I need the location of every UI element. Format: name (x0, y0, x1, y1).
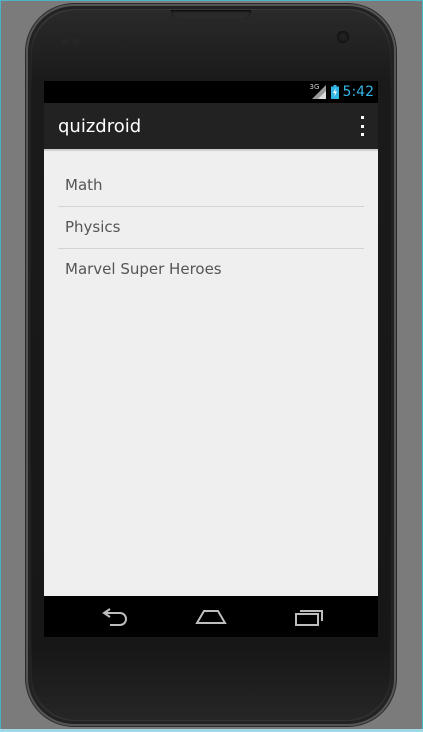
device-screen: 3G 5:42 quizdroid Math Physics Marvel Su… (44, 81, 378, 637)
status-bar: 3G 5:42 (44, 81, 378, 103)
quiz-topic-list: Math Physics Marvel Super Heroes (58, 165, 364, 291)
navigation-bar (44, 596, 378, 637)
battery-icon (330, 85, 339, 99)
proximity-sensors (62, 32, 82, 45)
home-icon[interactable] (193, 605, 229, 629)
earpiece-speaker (171, 10, 251, 20)
front-camera (337, 31, 349, 43)
network-type-label: 3G (309, 83, 320, 91)
app-title: quizdroid (58, 116, 142, 137)
list-item-physics[interactable]: Physics (58, 207, 364, 249)
signal-icon: 3G (309, 83, 327, 100)
overflow-menu-icon[interactable] (356, 116, 368, 136)
status-clock: 5:42 (342, 84, 374, 100)
recent-apps-icon[interactable] (291, 605, 327, 629)
list-item-marvel-super-heroes[interactable]: Marvel Super Heroes (58, 249, 364, 291)
list-item-math[interactable]: Math (58, 165, 364, 207)
status-icons: 3G 5:42 (309, 83, 374, 101)
back-icon[interactable] (96, 605, 132, 629)
action-bar: quizdroid (44, 103, 378, 151)
